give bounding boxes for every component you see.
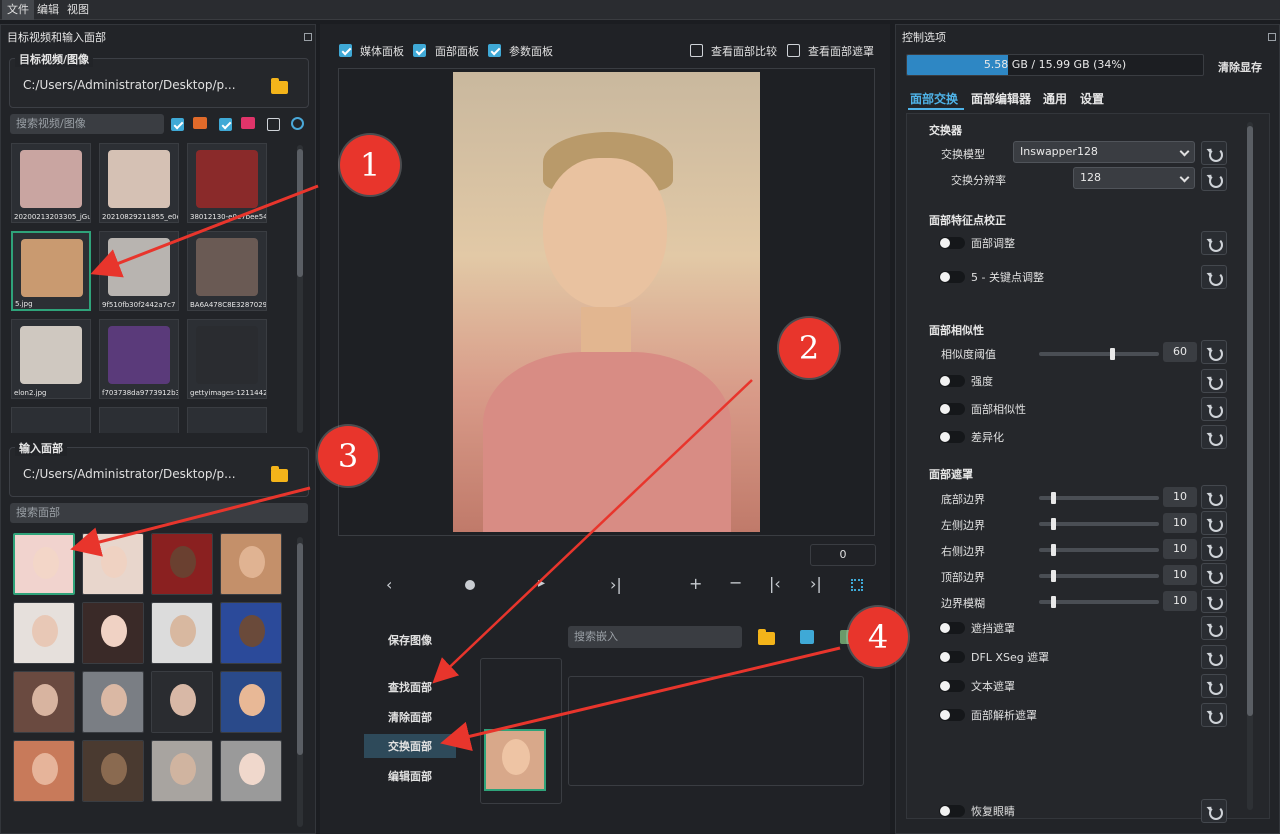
arrow-1: [90, 184, 319, 278]
arrow-2: [432, 379, 753, 684]
annotation-badge-2: 2: [779, 318, 839, 378]
annotation-arrows: [70, 184, 841, 752]
arrow-3: [70, 486, 311, 557]
annotation-badge-4: 4: [848, 607, 908, 667]
annotation-badge-3: 3: [318, 426, 378, 486]
arrow-4: [440, 646, 841, 752]
annotation-badge-1: 1: [340, 135, 400, 195]
